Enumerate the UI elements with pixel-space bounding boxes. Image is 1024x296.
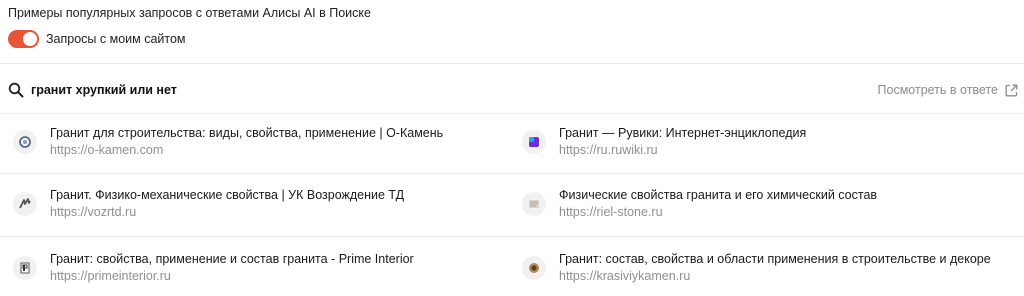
- result-url: https://o-kamen.com: [50, 143, 164, 157]
- result-title: Гранит для строительства: виды, свойства…: [50, 126, 444, 140]
- result-item[interactable]: Гранит для строительства: виды, свойства…: [13, 122, 503, 162]
- query-row: гранит хрупкий или нет Посмотреть в отве…: [8, 79, 1018, 101]
- result-url: https://ru.ruwiki.ru: [559, 143, 658, 157]
- primeinterior-favicon: [13, 256, 37, 280]
- search-icon: [8, 82, 24, 98]
- result-item[interactable]: Гранит: свойства, применение и состав гр…: [13, 248, 503, 288]
- divider: [0, 63, 1024, 64]
- result-item[interactable]: Гранит: состав, свойства и области приме…: [522, 248, 1012, 288]
- view-answer-link[interactable]: Посмотреть в ответе: [878, 83, 1018, 97]
- result-item[interactable]: Гранит. Физико-механические свойства | У…: [13, 184, 503, 224]
- riel-stone-favicon: [522, 192, 546, 216]
- external-link-icon: [1005, 84, 1018, 97]
- divider: [0, 113, 1024, 114]
- result-item[interactable]: Гранит — Рувики: Интернет-энциклопедия h…: [522, 122, 1012, 162]
- result-title: Физические свойства гранита и его химиче…: [559, 188, 878, 202]
- result-url: https://krasiviykamen.ru: [559, 269, 691, 283]
- query-text: гранит хрупкий или нет: [31, 83, 177, 97]
- o-kamen-favicon: [13, 130, 37, 154]
- divider: [0, 236, 1024, 237]
- view-answer-label: Посмотреть в ответе: [877, 83, 998, 97]
- section-heading: Примеры популярных запросов с ответами А…: [8, 6, 371, 20]
- result-item[interactable]: Физические свойства гранита и его химиче…: [522, 184, 1012, 224]
- result-title: Гранит. Физико-механические свойства | У…: [50, 188, 405, 202]
- my-site-toggle[interactable]: [8, 30, 39, 48]
- vozrtd-favicon: [13, 192, 37, 216]
- toggle-label: Запросы с моим сайтом: [46, 32, 186, 46]
- result-url: https://riel-stone.ru: [559, 205, 663, 219]
- result-title: Гранит: свойства, применение и состав гр…: [50, 252, 414, 266]
- my-site-toggle-row: Запросы с моим сайтом: [8, 29, 186, 49]
- ruwiki-favicon: [522, 130, 546, 154]
- result-title: Гранит — Рувики: Интернет-энциклопедия: [559, 126, 807, 140]
- divider: [0, 173, 1024, 174]
- result-url: https://vozrtd.ru: [50, 205, 137, 219]
- toggle-knob: [23, 32, 37, 46]
- krasiviykamen-favicon: [522, 256, 546, 280]
- result-url: https://primeinterior.ru: [50, 269, 171, 283]
- page: Примеры популярных запросов с ответами А…: [0, 0, 1024, 296]
- result-title: Гранит: состав, свойства и области приме…: [559, 252, 991, 266]
